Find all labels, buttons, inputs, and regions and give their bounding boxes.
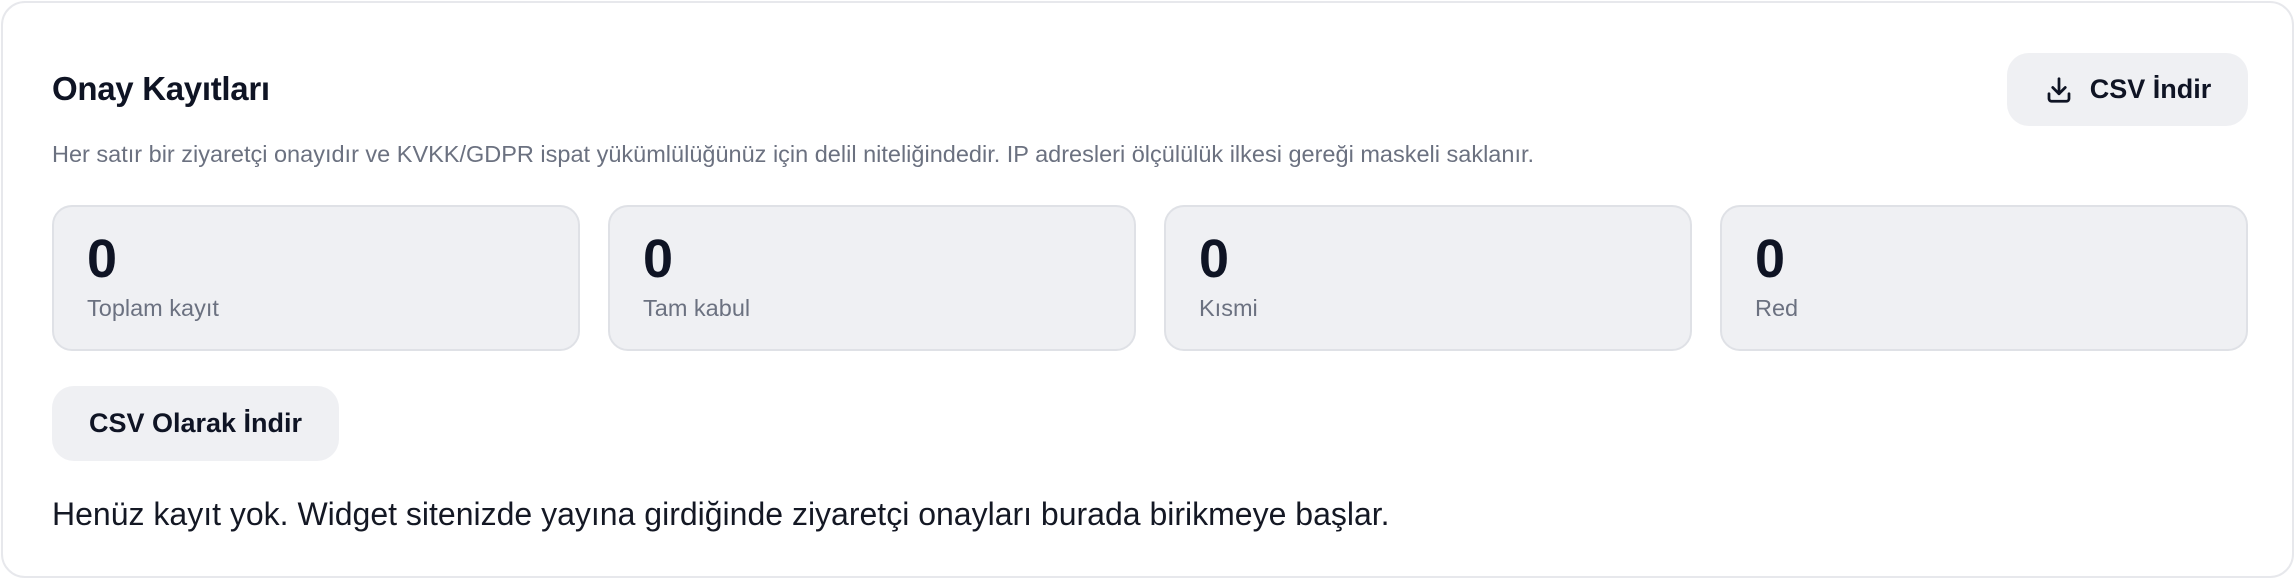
stat-label: Tam kabul <box>643 295 751 321</box>
empty-state-message: Henüz kayıt yok. Widget sitenizde yayına… <box>52 496 1390 532</box>
stat-card-reject: 0 Red <box>1720 205 2248 351</box>
stat-value: 0 <box>1755 229 1786 289</box>
description-text: Her satır bir ziyaretçi onayıdır ve KVKK… <box>52 141 1535 167</box>
consent-records-card: Onay Kayıtları CSV İndir Her satır bir z… <box>1 1 2294 578</box>
stat-value: 0 <box>643 229 674 289</box>
stat-value: 0 <box>87 229 118 289</box>
stat-card-full-accept: 0 Tam kabul <box>608 205 1136 351</box>
csv-export-button[interactable]: CSV Olarak İndir <box>52 386 339 461</box>
stat-label: Red <box>1755 295 1799 321</box>
stat-label: Kısmi <box>1199 295 1258 321</box>
stat-card-total: 0 Toplam kayıt <box>52 205 580 351</box>
stat-value: 0 <box>1199 229 1230 289</box>
stat-card-partial: 0 Kısmi <box>1164 205 1692 351</box>
stat-label: Toplam kayıt <box>87 295 219 321</box>
page-title: Onay Kayıtları <box>52 70 270 107</box>
csv-download-button[interactable]: CSV İndir <box>2007 53 2248 126</box>
csv-download-button-label: CSV İndir <box>2089 74 2212 104</box>
download-icon <box>2044 75 2074 105</box>
